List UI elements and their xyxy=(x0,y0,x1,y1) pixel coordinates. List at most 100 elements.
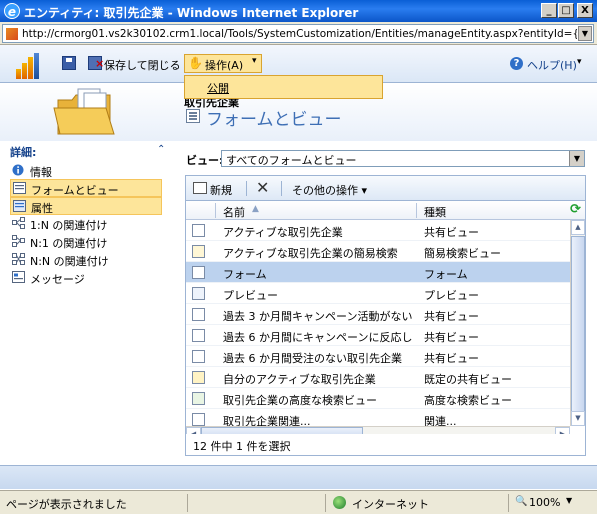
scroll-up-button[interactable]: ▲ xyxy=(571,220,585,235)
window-titlebar: e エンティティ: 取引先企業 - Windows Internet Explo… xyxy=(0,0,597,22)
status-divider xyxy=(187,494,188,512)
toolbar-divider xyxy=(281,181,282,196)
save-and-close-icon[interactable] xyxy=(88,56,104,70)
column-header-name[interactable]: 名前 xyxy=(223,204,245,220)
nav-item-label: メッセージ xyxy=(30,273,85,286)
table-row[interactable]: 取引先企業の高度な検索ビュー 高度な検索ビュー xyxy=(186,388,570,409)
more-actions-button[interactable]: その他の操作 ▾ xyxy=(292,182,367,198)
crm-logo-icon xyxy=(16,53,46,79)
help-icon[interactable]: ? xyxy=(510,57,523,70)
nav-item-label: フォームとビュー xyxy=(31,184,119,197)
actions-icon: ✋ xyxy=(188,56,203,70)
table-row[interactable]: プレビュー プレビュー xyxy=(186,283,570,304)
vertical-scrollbar[interactable]: ▲ ▼ xyxy=(570,220,585,426)
grid-toolbar: 新規 ✕ その他の操作 ▾ xyxy=(186,176,585,201)
grid-rows: アクティブな取引先企業 共有ビュー アクティブな取引先企業の簡易検索 簡易検索ビューフ… xyxy=(186,220,570,426)
chevron-down-icon[interactable]: ▼ xyxy=(569,151,584,166)
table-row[interactable]: 過去 6 か月間にキャンペーンに反応し... 共有ビュー xyxy=(186,325,570,346)
forms-views-icon xyxy=(186,109,200,123)
cell-type: フォーム xyxy=(424,268,468,281)
preview-icon xyxy=(192,287,205,300)
relation-nn-icon xyxy=(12,253,25,265)
nav-item-info[interactable]: 情報 xyxy=(10,162,162,180)
nav-header: 詳細: xyxy=(10,146,37,159)
column-header-type[interactable]: 種類 xyxy=(424,204,446,220)
internet-zone-icon xyxy=(333,496,346,509)
left-navigation: 詳細: ⌃ 情報 フォームとビュー 属性 1:N の関連付け N:1 の関連付け… xyxy=(0,141,178,464)
nav-item-relationship-1n[interactable]: 1:N の関連付け xyxy=(10,215,162,233)
page-title: フォームとビュー xyxy=(206,110,342,130)
save-icon[interactable] xyxy=(62,56,76,70)
view-icon xyxy=(192,413,205,426)
scroll-thumb[interactable] xyxy=(571,236,585,412)
nav-item-messages[interactable]: メッセージ xyxy=(10,269,162,287)
cell-name[interactable]: 過去 6 か月間にキャンペーンに反応し... xyxy=(223,329,413,345)
actions-menu-button[interactable]: ✋ 操作(A) ▾ xyxy=(184,54,262,73)
column-divider[interactable] xyxy=(416,203,417,218)
cell-type: 高度な検索ビュー xyxy=(424,394,512,407)
table-row[interactable]: アクティブな取引先企業 共有ビュー xyxy=(186,220,570,241)
minimize-button[interactable]: _ xyxy=(541,3,557,18)
cell-name[interactable]: 取引先企業関連... xyxy=(223,413,413,426)
nav-item-label: 1:N の関連付け xyxy=(30,219,108,232)
address-bar: http://crmorg01.vs2k30102.crm1.local/Too… xyxy=(0,22,597,45)
collapse-icon[interactable]: ⌃ xyxy=(157,144,165,155)
browser-status-bar: ページが表示されました インターネット 🔍 100% ▼ xyxy=(0,490,597,514)
close-button[interactable]: X xyxy=(577,3,593,18)
cell-name[interactable]: アクティブな取引先企業の簡易検索 xyxy=(223,245,413,261)
cell-name[interactable]: アクティブな取引先企業 xyxy=(223,224,413,240)
nav-item-label: 情報 xyxy=(30,166,52,179)
help-menu-button[interactable]: ヘルプ(H) xyxy=(527,57,577,73)
footer-bar xyxy=(0,465,597,489)
table-row[interactable]: アクティブな取引先企業の簡易検索 簡易検索ビュー xyxy=(186,241,570,262)
nav-item-attributes[interactable]: 属性 xyxy=(10,197,162,215)
view-icon xyxy=(192,308,205,321)
new-button[interactable]: 新規 xyxy=(210,182,232,198)
cell-name[interactable]: フォーム xyxy=(223,266,413,282)
security-zone[interactable]: インターネット xyxy=(352,496,429,512)
ie-logo-icon: e xyxy=(4,3,20,19)
cell-name[interactable]: 自分のアクティブな取引先企業 xyxy=(223,371,413,387)
scroll-down-button[interactable]: ▼ xyxy=(571,411,585,426)
chevron-down-icon: ▾ xyxy=(577,57,582,67)
view-selector[interactable]: すべてのフォームとビュー ▼ xyxy=(221,150,585,167)
selection-count: 12 件中 1 件を選択 xyxy=(193,440,291,453)
grid-status: 12 件中 1 件を選択 xyxy=(186,434,585,455)
column-divider xyxy=(215,203,216,218)
table-row[interactable]: 過去 6 か月間受注のない取引先企業 共有ビュー xyxy=(186,346,570,367)
table-row[interactable]: 取引先企業関連... 関連... xyxy=(186,409,570,426)
cell-name[interactable]: 取引先企業の高度な検索ビュー xyxy=(223,392,413,408)
cell-name[interactable]: 過去 3 か月間キャンペーン活動がない... xyxy=(223,308,413,324)
cell-name[interactable]: 過去 6 か月間受注のない取引先企業 xyxy=(223,350,413,366)
nav-item-label: N:N の関連付け xyxy=(30,255,109,268)
address-field[interactable]: http://crmorg01.vs2k30102.crm1.local/Too… xyxy=(2,24,594,43)
maximize-button[interactable]: □ xyxy=(558,3,574,18)
new-icon[interactable] xyxy=(193,182,207,194)
info-icon xyxy=(12,164,24,176)
nav-item-label: 属性 xyxy=(31,202,53,215)
refresh-icon[interactable]: ⟳ xyxy=(570,202,581,217)
table-row[interactable]: 自分のアクティブな取引先企業 既定の共有ビュー xyxy=(186,367,570,388)
table-row[interactable]: フォーム フォーム xyxy=(186,262,570,283)
chevron-down-icon[interactable]: ▼ xyxy=(566,496,572,505)
table-row[interactable]: 過去 3 か月間キャンペーン活動がない... 共有ビュー xyxy=(186,304,570,325)
form-icon xyxy=(13,182,26,194)
nav-item-forms-views[interactable]: フォームとビュー xyxy=(10,179,162,197)
nav-item-relationship-nn[interactable]: N:N の関連付け xyxy=(10,251,162,269)
delete-icon[interactable]: ✕ xyxy=(256,178,269,197)
toolbar-divider xyxy=(246,181,247,196)
save-and-close-button[interactable]: 保存して閉じる xyxy=(104,57,181,73)
actions-label: 操作(A) xyxy=(205,59,244,72)
default-view-icon xyxy=(192,371,205,384)
menu-item-publish[interactable]: 公開 xyxy=(207,80,229,96)
cell-name[interactable]: プレビュー xyxy=(223,287,413,303)
status-text: ページが表示されました xyxy=(6,498,127,511)
address-url[interactable]: http://crmorg01.vs2k30102.crm1.local/Too… xyxy=(22,28,577,40)
chevron-down-icon: ▾ xyxy=(252,56,257,66)
view-selected-value: すべてのフォームとビュー xyxy=(226,154,357,167)
address-dropdown-button[interactable]: ▼ xyxy=(578,26,592,41)
zoom-icon[interactable]: 🔍 xyxy=(515,496,527,507)
nav-item-relationship-n1[interactable]: N:1 の関連付け xyxy=(10,233,162,251)
zoom-level[interactable]: 100% xyxy=(529,496,560,509)
nav-item-label: N:1 の関連付け xyxy=(30,237,108,250)
